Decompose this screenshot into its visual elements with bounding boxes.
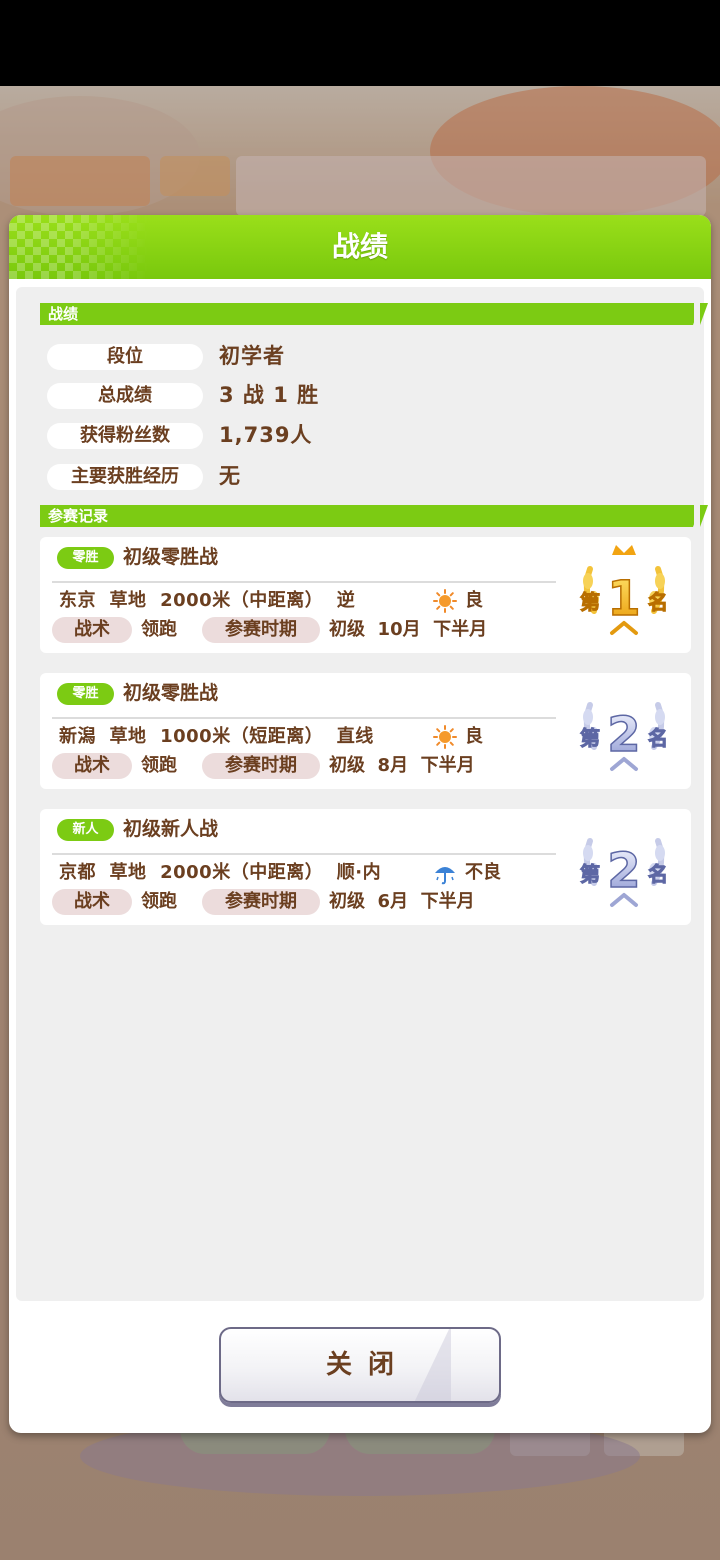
grade: 初级 xyxy=(329,755,365,776)
sun-icon xyxy=(433,589,457,613)
grade: 初级 xyxy=(329,619,365,640)
tactic-label: 战术 xyxy=(52,889,132,915)
period-value: 初级 10月 下半月 xyxy=(329,616,487,644)
badge-suffix: 名 xyxy=(648,726,668,750)
dialog-body: 战绩 段位 初学者 总成绩 3 战 1 胜 获得粉丝数 1,739人 主要获胜经… xyxy=(16,287,708,1301)
half-month: 下半月 xyxy=(433,619,488,640)
race-history-section-header: 参赛记录 xyxy=(40,505,708,527)
major-wins-value: 无 xyxy=(219,464,241,488)
tactic-value: 领跑 xyxy=(141,891,177,912)
badge-number: 1 xyxy=(607,571,640,627)
track-condition: 良 xyxy=(465,726,483,747)
distance: 1000米（短距离） xyxy=(160,726,324,747)
divider xyxy=(52,581,556,583)
track-condition: 良 xyxy=(465,590,483,611)
second-place-badge: 2 第 名 xyxy=(580,702,669,771)
race-class-tag: 零胜 xyxy=(57,547,114,569)
second-place-badge: 2 第 名 xyxy=(580,838,669,907)
month: 6月 xyxy=(377,891,409,912)
period-value: 初级 8月 下半月 xyxy=(329,752,475,780)
race-name: 初级零胜战 xyxy=(123,546,219,568)
badge-suffix: 名 xyxy=(648,862,668,886)
divider xyxy=(52,717,556,719)
direction: 顺·内 xyxy=(336,862,382,883)
distance: 2000米（中距离） xyxy=(160,590,324,611)
grade: 初级 xyxy=(329,891,365,912)
direction: 直线 xyxy=(336,726,374,747)
divider xyxy=(52,853,556,855)
period-value: 初级 6月 下半月 xyxy=(329,888,475,916)
distance: 2000米（中距离） xyxy=(160,862,324,883)
badge-number: 2 xyxy=(607,707,640,763)
month: 8月 xyxy=(377,755,409,776)
half-month: 下半月 xyxy=(420,755,475,776)
major-wins-label: 主要获胜经历 xyxy=(47,464,203,490)
race-record-dialog: 战绩 战绩 段位 初学者 总成绩 3 战 1 胜 获得粉丝数 1,739人 主要… xyxy=(9,215,711,1433)
badge-prefix: 第 xyxy=(580,862,600,886)
period-label: 参赛时期 xyxy=(202,617,320,643)
race-course-info: 京都 草地 2000米（中距离） 顺·内 xyxy=(59,859,381,887)
dialog-title: 战绩 xyxy=(331,230,388,263)
race-course-info: 新潟 草地 1000米（短距离） 直线 xyxy=(59,723,374,751)
fans-value: 1,739人 xyxy=(219,423,313,447)
venue: 京都 xyxy=(59,862,96,883)
total-record-label: 总成绩 xyxy=(47,383,203,409)
dialog-header: 战绩 xyxy=(9,215,711,279)
status-bar xyxy=(0,0,720,86)
period-label: 参赛时期 xyxy=(202,889,320,915)
surface: 草地 xyxy=(109,590,147,611)
race-card[interactable]: 零胜 初级零胜战 新潟 草地 1000米（短距离） 直线 良 战术 领跑 参赛时… xyxy=(40,673,691,789)
record-section-header: 战绩 xyxy=(40,303,708,325)
tactic-label: 战术 xyxy=(52,753,132,779)
half-month: 下半月 xyxy=(420,891,475,912)
race-course-info: 东京 草地 2000米（中距离） 逆 xyxy=(59,587,355,615)
race-class-tag: 新人 xyxy=(57,819,114,841)
rank-label: 段位 xyxy=(47,344,203,370)
venue: 新潟 xyxy=(59,726,96,747)
surface: 草地 xyxy=(109,862,147,883)
venue: 东京 xyxy=(59,590,96,611)
fans-label: 获得粉丝数 xyxy=(47,423,203,449)
total-record-value: 3 战 1 胜 xyxy=(219,383,320,407)
close-button[interactable]: 关闭 xyxy=(219,1327,501,1403)
race-card[interactable]: 新人 初级新人战 京都 草地 2000米（中距离） 顺·内 不良 战术 领跑 参… xyxy=(40,809,691,925)
month: 10月 xyxy=(377,619,421,640)
first-place-badge: 1 第 名 xyxy=(580,545,669,635)
umbrella-icon xyxy=(435,867,455,885)
track-condition: 不良 xyxy=(465,862,501,883)
period-label: 参赛时期 xyxy=(202,753,320,779)
tactic-label: 战术 xyxy=(52,617,132,643)
badge-prefix: 第 xyxy=(580,590,600,614)
direction: 逆 xyxy=(336,590,356,611)
badge-prefix: 第 xyxy=(580,726,600,750)
sun-icon xyxy=(433,725,457,749)
race-name: 初级零胜战 xyxy=(123,682,219,704)
badge-suffix: 名 xyxy=(648,590,668,614)
race-card[interactable]: 零胜 初级零胜战 东京 草地 2000米（中距离） 逆 良 战术 领跑 参赛时期… xyxy=(40,537,691,653)
tactic-value: 领跑 xyxy=(141,619,177,640)
race-name: 初级新人战 xyxy=(123,818,219,840)
close-button-label: 关闭 xyxy=(325,1350,410,1380)
race-class-tag: 零胜 xyxy=(57,683,114,705)
rank-value: 初学者 xyxy=(219,344,285,368)
surface: 草地 xyxy=(109,726,147,747)
tactic-value: 领跑 xyxy=(141,755,177,776)
badge-number: 2 xyxy=(607,843,640,899)
